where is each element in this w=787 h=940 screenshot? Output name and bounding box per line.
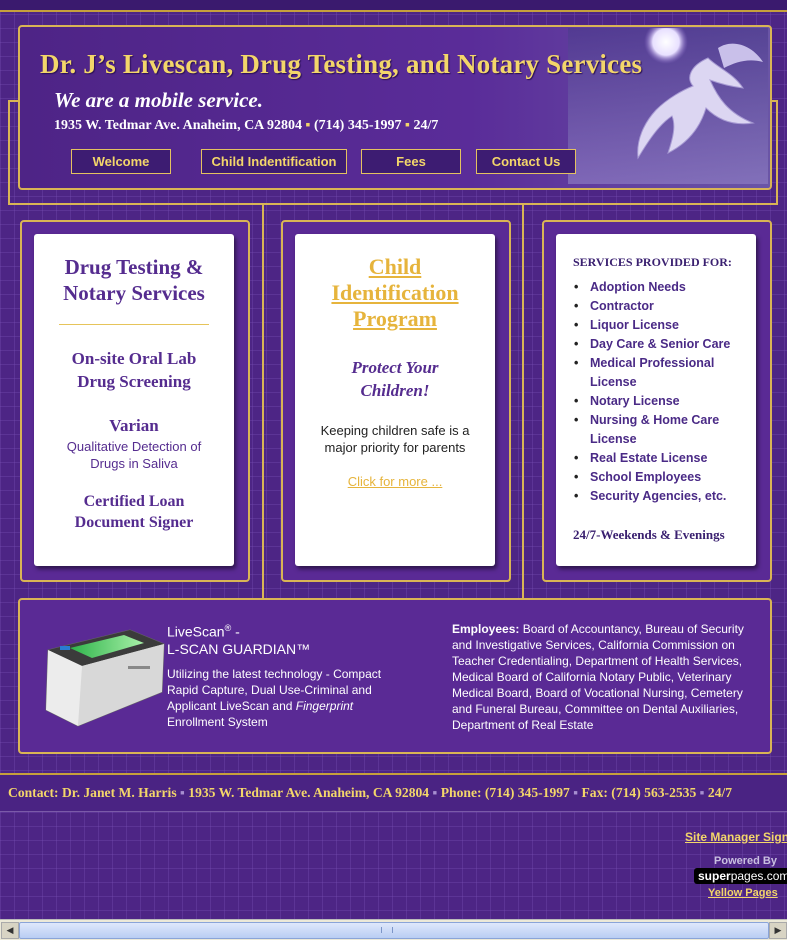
varian-description: Qualitative Detection of Drugs in Saliva (66, 439, 202, 471)
service-item: Liquor License (568, 316, 753, 335)
nav-welcome-button[interactable]: Welcome (71, 149, 171, 174)
livescan-title: LiveScan® - L-SCAN GUARDIAN™ (167, 620, 310, 658)
service-item: Day Care & Senior Care (568, 335, 753, 354)
services-footer: 24/7-Weekends & Evenings (573, 527, 725, 542)
top-border (0, 0, 787, 12)
frame-line (522, 203, 524, 598)
scroll-right-arrow[interactable]: ▶ (769, 922, 787, 939)
service-item: Security Agencies, etc. (568, 487, 753, 506)
footer-fax: Fax: (714) 563-2535 (581, 785, 697, 800)
livescan-title-line1: LiveScan (167, 623, 225, 640)
gold-divider (59, 324, 209, 325)
separator-dot: ▪ (305, 118, 314, 133)
livescan-desc-end: Enrollment System (167, 715, 268, 729)
footer-address: 1935 W. Tedmar Ave. Anaheim, CA 92804 (188, 785, 430, 800)
site-manager-sign-in-link[interactable]: Site Manager Sign (685, 830, 787, 844)
superpages-logo-super: super (698, 869, 731, 883)
service-item: Notary License (568, 392, 753, 411)
child-safety-text: Keeping children safe is a major priorit… (320, 423, 470, 455)
service-item: Contractor (568, 297, 753, 316)
frame-line (8, 203, 778, 205)
header-address-line: 1935 W. Tedmar Ave. Anaheim, CA 92804 ▪ … (54, 118, 438, 134)
service-item: Adoption Needs (568, 278, 753, 297)
click-for-more-link[interactable]: Click for more ... (315, 474, 475, 489)
oral-lab-text: On-site Oral Lab Drug Screening (71, 349, 197, 391)
service-item: Medical Professional License (568, 354, 753, 392)
separator-dot: ▪ (432, 785, 441, 800)
horizontal-scrollbar[interactable]: ◀ ▶ (0, 919, 787, 940)
footer-contact-bar: Contact: Dr. Janet M. Harris ▪ 1935 W. T… (0, 773, 787, 812)
frame-line (8, 100, 10, 205)
child-id-card: Child Identification Program Protect You… (295, 234, 495, 566)
livescan-description: Utilizing the latest technology - Compac… (167, 666, 402, 730)
protect-children-text: Protect Your Children! (351, 358, 439, 400)
service-item: Nursing & Home Care License (568, 411, 753, 449)
header-address: 1935 W. Tedmar Ave. Anaheim, CA 92804 (54, 118, 303, 133)
employees-label: Employees: (452, 622, 520, 636)
superpages-logo-pages: pages.com (730, 869, 787, 883)
employees-text: Employees: Board of Accountancy, Bureau … (452, 621, 752, 733)
site-title: Dr. J’s Livescan, Drug Testing, and Nota… (40, 49, 643, 79)
child-id-title[interactable]: Child Identification Program (305, 254, 485, 332)
scroll-left-arrow[interactable]: ◀ (1, 922, 19, 939)
service-item: Real Estate License (568, 449, 753, 468)
nav-fees-button[interactable]: Fees (361, 149, 461, 174)
loan-signer-text: Certified Loan Document Signer (74, 493, 194, 531)
livescan-title-line2: L-SCAN GUARDIAN™ (167, 640, 311, 657)
frame-line (776, 100, 778, 205)
livescan-desc-italic: Fingerprint (295, 699, 354, 713)
superpages-logo: superpages.com (694, 868, 787, 884)
footer-hours: 24/7 (707, 785, 733, 800)
services-heading: SERVICES PROVIDED FOR: (573, 255, 732, 269)
separator-dot: ▪ (699, 785, 708, 800)
scrollbar-grip-icon (381, 927, 393, 933)
tagline: We are a mobile service. (54, 88, 263, 112)
registered-mark: ® (224, 623, 232, 633)
drug-testing-title: Drug Testing & Notary Services (63, 255, 205, 305)
scrollbar-thumb[interactable] (19, 922, 769, 939)
livescan-dash: - (235, 623, 240, 640)
frame-line (262, 203, 264, 598)
footer-contact-text: Contact: Dr. Janet M. Harris ▪ 1935 W. T… (8, 785, 732, 801)
child-id-panel: Child Identification Program Protect You… (281, 220, 511, 582)
employees-list: Board of Accountancy, Bureau of Security… (452, 622, 744, 732)
services-list: Adoption Needs Contractor Liquor License… (568, 278, 753, 506)
superpages-badge[interactable]: Powered By superpages.com (694, 855, 787, 884)
header-phone: (714) 345-1997 (314, 118, 402, 133)
powered-by-text: Powered By (714, 855, 777, 867)
drug-testing-card: Drug Testing & Notary Services On-site O… (34, 234, 234, 566)
nav-contact-us-button[interactable]: Contact Us (476, 149, 576, 174)
services-panel: SERVICES PROVIDED FOR: Adoption Needs Co… (542, 220, 772, 582)
footer-phone: Phone: (714) 345-1997 (440, 785, 570, 800)
nav-child-identification-button[interactable]: Child Indentification (201, 149, 347, 174)
header-hours: 24/7 (413, 118, 439, 133)
drug-testing-panel: Drug Testing & Notary Services On-site O… (20, 220, 250, 582)
fingerprint-scanner-image (40, 622, 170, 730)
service-item: School Employees (568, 468, 753, 487)
footer-contact-name: Contact: Dr. Janet M. Harris (8, 785, 177, 800)
livescan-panel: LiveScan® - L-SCAN GUARDIAN™ Utilizing t… (18, 598, 772, 754)
services-card: SERVICES PROVIDED FOR: Adoption Needs Co… (556, 234, 756, 566)
header-banner: Dr. J’s Livescan, Drug Testing, and Nota… (18, 25, 772, 190)
yellow-pages-link[interactable]: Yellow Pages (708, 887, 778, 899)
varian-heading: Varian (109, 416, 159, 435)
